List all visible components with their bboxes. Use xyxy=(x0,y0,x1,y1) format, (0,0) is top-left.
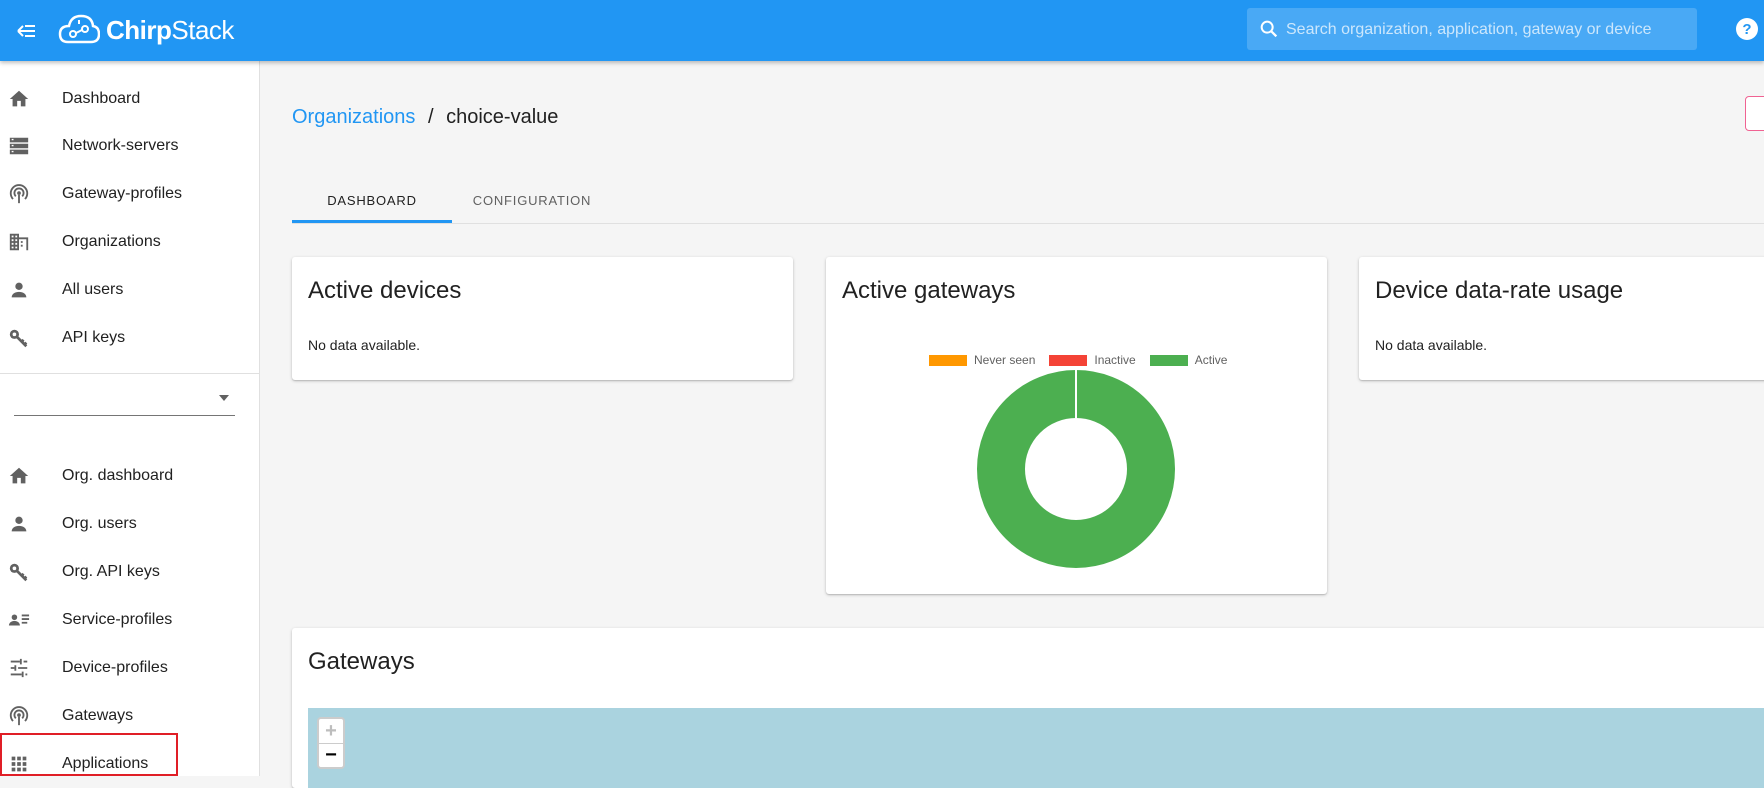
gateway-icon xyxy=(7,182,31,206)
legend-label: Inactive xyxy=(1094,353,1136,367)
sidebar-item-label: Organizations xyxy=(62,233,161,250)
gateways-map[interactable]: + − xyxy=(308,708,1764,788)
chart-legend: Never seen Inactive Active xyxy=(929,353,1241,367)
zoom-out-button[interactable]: − xyxy=(319,743,343,767)
sidebar-item-all-users[interactable]: All users xyxy=(0,267,259,313)
no-data-text: No data available. xyxy=(1375,337,1488,353)
tab-bar: DASHBOARD CONFIGURATION xyxy=(292,178,1764,224)
sidebar-item-label: Dashboard xyxy=(62,90,141,107)
legend-swatch xyxy=(1149,354,1188,366)
device-data-rate-card: Device data-rate usage No data available… xyxy=(1359,257,1764,380)
no-data-text: No data available. xyxy=(308,337,421,353)
sidebar-item-label: All users xyxy=(62,281,124,298)
breadcrumb-organizations-link[interactable]: Organizations xyxy=(292,106,415,128)
sidebar-item-gateway-profiles[interactable]: Gateway-profiles xyxy=(0,171,259,217)
apps-icon xyxy=(7,752,31,776)
account-icon xyxy=(7,512,31,536)
active-gateways-donut-chart xyxy=(977,370,1175,568)
account-details-icon xyxy=(7,608,31,632)
sidebar-divider xyxy=(0,373,259,374)
sidebar-item-label: Org. users xyxy=(62,515,137,532)
legend-swatch xyxy=(1049,354,1088,366)
top-app-bar: ChirpStack ? xyxy=(0,0,1764,61)
gateways-map-card: Gateways + − xyxy=(292,628,1764,788)
sidebar-item-label: Gateway-profiles xyxy=(62,185,183,202)
breadcrumb-separator: / xyxy=(427,106,434,128)
sidebar-item-label: Network-servers xyxy=(62,137,179,154)
legend-item-never-seen[interactable]: Never seen xyxy=(929,353,1035,367)
sidebar-item-label: Org. dashboard xyxy=(62,467,174,484)
card-title: Active gateways xyxy=(842,277,1016,304)
sidebar-item-network-servers[interactable]: Network-servers xyxy=(0,123,259,169)
sidebar-item-api-keys[interactable]: API keys xyxy=(0,315,259,361)
sidebar-item-org-dashboard[interactable]: Org. dashboard xyxy=(0,453,259,499)
sidebar-item-organizations[interactable]: Organizations xyxy=(0,219,259,265)
server-icon xyxy=(7,134,31,158)
brand-name: ChirpStack xyxy=(106,14,234,45)
legend-item-active[interactable]: Active xyxy=(1149,353,1228,367)
legend-label: Never seen xyxy=(974,353,1036,367)
active-tab-indicator xyxy=(292,220,452,223)
home-icon xyxy=(7,87,31,111)
legend-item-inactive[interactable]: Inactive xyxy=(1049,353,1136,367)
tab-configuration[interactable]: CONFIGURATION xyxy=(452,178,612,223)
legend-label: Active xyxy=(1194,353,1228,367)
sidebar-item-device-profiles[interactable]: Device-profiles xyxy=(0,645,259,691)
account-icon xyxy=(7,278,31,302)
key-icon xyxy=(7,326,31,350)
map-zoom-control: + − xyxy=(317,717,345,769)
sidebar-item-label: Device-profiles xyxy=(62,659,168,676)
search-icon xyxy=(1260,20,1278,38)
sidebar-item-label: Service-profiles xyxy=(62,611,173,628)
key-icon xyxy=(7,560,31,584)
sidebar-item-org-api-keys[interactable]: Org. API keys xyxy=(0,549,259,595)
help-icon[interactable]: ? xyxy=(1734,16,1760,42)
active-devices-card: Active devices No data available. xyxy=(292,257,793,380)
chevron-down-icon xyxy=(219,395,229,401)
organization-select[interactable] xyxy=(14,381,235,416)
legend-swatch xyxy=(929,354,967,366)
card-title: Device data-rate usage xyxy=(1375,277,1624,304)
search-input[interactable] xyxy=(1284,8,1688,52)
card-title: Gateways xyxy=(308,648,415,675)
breadcrumb: Organizations / choice-value xyxy=(292,106,558,129)
card-title: Active devices xyxy=(308,277,462,304)
delete-organization-button[interactable] xyxy=(1745,96,1764,131)
sidebar-item-applications[interactable]: Applications xyxy=(0,741,259,787)
page-title: choice-value xyxy=(446,106,559,128)
home-icon xyxy=(7,464,31,488)
search-box[interactable] xyxy=(1247,8,1697,52)
gateway-icon xyxy=(7,704,31,728)
sidebar-item-dashboard[interactable]: Dashboard xyxy=(0,76,259,122)
sidebar-item-label: Applications xyxy=(62,755,149,772)
tune-icon xyxy=(7,656,31,680)
svg-text:?: ? xyxy=(1742,21,1751,38)
sidebar-item-org-users[interactable]: Org. users xyxy=(0,501,259,547)
cloud-logo-icon xyxy=(58,14,100,44)
sidebar-item-label: API keys xyxy=(62,329,126,346)
active-gateways-card: Active gateways Never seen Inactive Acti… xyxy=(826,257,1327,594)
chirpstack-logo[interactable]: ChirpStack xyxy=(58,8,234,52)
domain-icon xyxy=(7,230,31,254)
sidebar-item-label: Org. API keys xyxy=(62,563,160,580)
sidebar-item-gateways[interactable]: Gateways xyxy=(0,693,259,739)
sidebar-item-label: Gateways xyxy=(62,707,134,724)
tab-dashboard[interactable]: DASHBOARD xyxy=(292,178,452,223)
menu-collapse-icon[interactable] xyxy=(8,14,42,48)
zoom-in-button[interactable]: + xyxy=(319,719,343,744)
sidebar-item-service-profiles[interactable]: Service-profiles xyxy=(0,597,259,643)
sidebar: Dashboard Network-servers Gateway-profil… xyxy=(0,61,260,776)
